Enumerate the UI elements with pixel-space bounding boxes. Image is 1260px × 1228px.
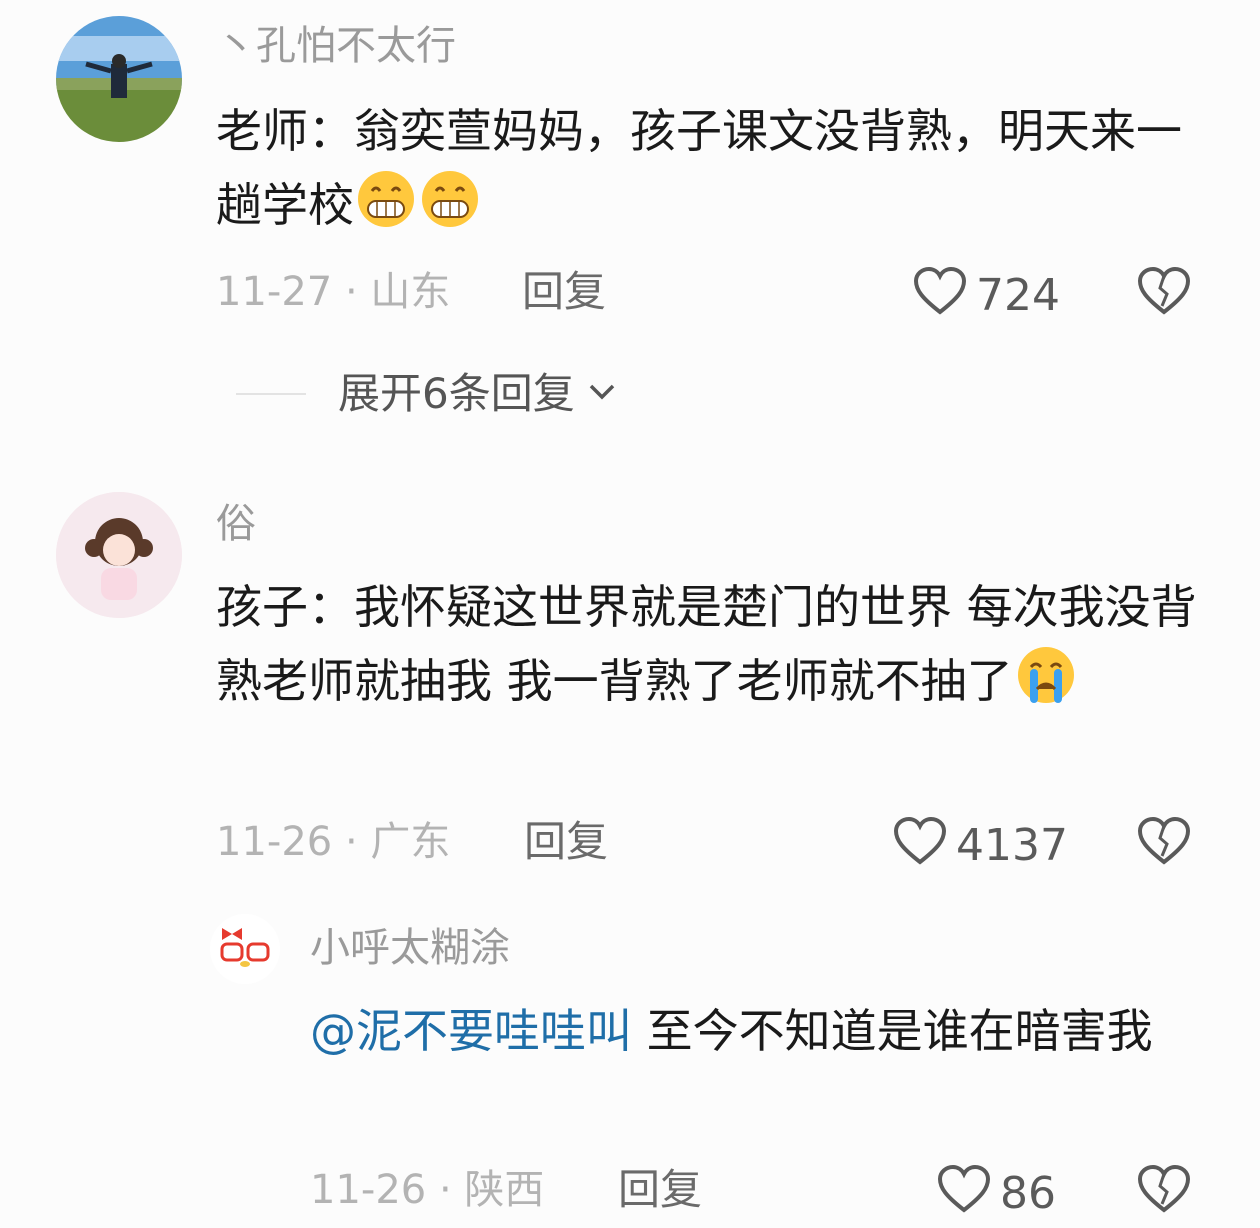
comment-location: 陕西: [464, 1167, 545, 1213]
comment-date: 11-26: [216, 819, 333, 865]
meta-separator: ·: [344, 819, 371, 865]
like-count: 86: [1000, 1168, 1056, 1219]
like-button[interactable]: 4137: [892, 816, 1068, 876]
meta-separator: ·: [438, 1167, 465, 1213]
mention-link[interactable]: @泥不要哇哇叫: [310, 1004, 632, 1058]
avatar[interactable]: [56, 16, 182, 142]
reply-text: @泥不要哇哇叫 至今不知道是谁在暗害我: [310, 994, 1190, 1068]
expand-replies-label: 展开6条回复: [338, 369, 575, 418]
comment-meta: 11-26 · 陕西: [310, 1166, 544, 1214]
dislike-button[interactable]: [1136, 816, 1192, 870]
divider: [236, 393, 306, 395]
grin-icon: [354, 169, 418, 250]
like-count: 4137: [956, 820, 1068, 871]
like-count: 724: [976, 270, 1060, 321]
reply-text-body: 至今不知道是谁在暗害我: [632, 1004, 1153, 1058]
like-button[interactable]: 724: [912, 266, 1060, 326]
comment-date: 11-26: [310, 1167, 427, 1213]
dislike-button[interactable]: [1136, 266, 1192, 320]
reply-button[interactable]: 回复: [618, 1166, 702, 1214]
heart-icon: [936, 1164, 992, 1224]
dislike-button[interactable]: [1136, 1164, 1192, 1218]
comment-location: 广东: [370, 819, 451, 865]
avatar[interactable]: [56, 492, 182, 618]
heart-icon: [892, 816, 948, 876]
heart-icon: [912, 266, 968, 326]
comment-text: 老师：翁奕萱妈妈，孩子课文没背熟，明天来一趟学校: [216, 94, 1206, 250]
avatar[interactable]: [210, 914, 280, 984]
username[interactable]: 小呼太糊涂: [310, 924, 510, 972]
reply-button[interactable]: 回复: [522, 268, 606, 316]
broken-heart-icon: [1137, 266, 1191, 315]
username[interactable]: 丶孔怕不太行: [216, 22, 456, 70]
username[interactable]: 俗: [216, 500, 256, 548]
grin-icon: [418, 169, 482, 250]
expand-replies-button[interactable]: 展开6条回复: [236, 370, 619, 418]
meta-separator: ·: [344, 269, 371, 315]
broken-heart-icon: [1137, 1164, 1191, 1213]
comment-text: 孩子：我怀疑这世界就是楚门的世界 每次我没背熟老师就抽我 我一背熟了老师就不抽了: [216, 570, 1206, 726]
comment-meta: 11-26 · 广东: [216, 818, 450, 866]
chevron-down-icon: [585, 380, 619, 408]
comment-date: 11-27: [216, 269, 333, 315]
crying-icon: [1013, 645, 1079, 726]
comment-meta: 11-27 · 山东: [216, 268, 450, 316]
reply-button[interactable]: 回复: [524, 818, 608, 866]
like-button[interactable]: 86: [936, 1164, 1056, 1224]
comment-location: 山东: [370, 269, 451, 315]
broken-heart-icon: [1137, 816, 1191, 865]
